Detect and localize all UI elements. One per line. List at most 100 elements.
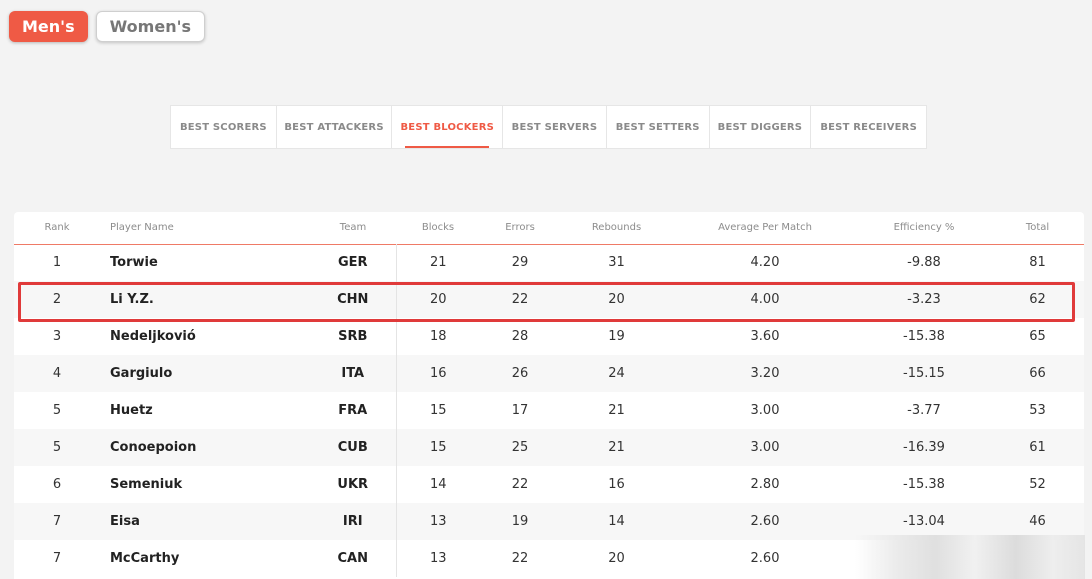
cell-errors: 26	[511, 366, 529, 381]
header-total[interactable]: Total	[991, 212, 1084, 244]
cell-average-per-match: 2.60	[750, 514, 780, 529]
cell-efficiency: -15.38	[903, 477, 945, 492]
cell-average-per-match: 2.60	[750, 551, 780, 566]
cell-player-name: Gargiulo	[110, 366, 173, 381]
table-row[interactable]: 2 Li Y.Z. CHN 20 22 20 4.00 -3.23 62	[14, 281, 1084, 318]
cell-errors: 17	[511, 403, 529, 418]
table-row[interactable]: 3 Nedeljkovió SRB 18 28 19 3.60 -15.38 65	[14, 318, 1084, 355]
cell-total: 81	[1029, 255, 1046, 271]
cell-total: 66	[1029, 366, 1046, 381]
cell-rank: 4	[52, 366, 62, 381]
cell-rank: 6	[52, 477, 62, 492]
cell-efficiency: -15.15	[903, 366, 945, 381]
cell-team: CUB	[337, 440, 368, 455]
blurred-overlay	[855, 535, 1085, 579]
header-errors[interactable]: Errors	[480, 212, 560, 244]
cell-total: 62	[1029, 292, 1046, 307]
tab-best-blockers[interactable]: BEST BLOCKERS	[392, 106, 504, 148]
cell-player-name: Nedeljkovió	[110, 329, 196, 344]
cell-player-name: Torwie	[110, 255, 158, 271]
cell-rank: 7	[52, 551, 62, 566]
cell-efficiency: -3.77	[907, 403, 941, 418]
cell-errors: 29	[511, 255, 529, 271]
cell-rebounds: 14	[608, 514, 625, 529]
cell-team: GER	[337, 255, 368, 271]
header-rank[interactable]: Rank	[14, 212, 100, 244]
cell-player-name: Huetz	[110, 403, 153, 418]
cell-team: IRI	[342, 514, 363, 529]
header-average-per-match[interactable]: Average Per Match	[673, 212, 857, 244]
cell-average-per-match: 2.80	[750, 477, 780, 492]
cell-blocks: 21	[395, 244, 480, 281]
cell-blocks: 15	[395, 429, 480, 466]
table-row[interactable]: 4 Gargiulo ITA 16 26 24 3.20 -15.15 66	[14, 355, 1084, 392]
mens-button[interactable]: Men's	[9, 11, 88, 42]
cell-rank: 2	[52, 292, 62, 307]
table-row[interactable]: 6 Semeniuk UKR 14 22 16 2.80 -15.38 52	[14, 466, 1084, 503]
cell-rank: 5	[52, 440, 62, 455]
cell-rebounds: 21	[608, 440, 625, 455]
cell-rebounds: 19	[608, 329, 625, 344]
cell-team: ITA	[341, 366, 365, 381]
table-row[interactable]: 5 Conoepoion CUB 15 25 21 3.00 -16.39 61	[14, 429, 1084, 466]
cell-rebounds: 20	[608, 551, 625, 566]
header-blocks[interactable]: Blocks	[396, 212, 480, 244]
cell-team: UKR	[337, 477, 369, 492]
tab-best-scorers[interactable]: BEST SCORERS	[171, 106, 277, 148]
cell-blocks: 20	[395, 281, 480, 318]
table-row[interactable]: 5 Huetz FRA 15 17 21 3.00 -3.77 53	[14, 392, 1084, 429]
tab-best-diggers[interactable]: BEST DIGGERS	[710, 106, 812, 148]
cell-efficiency: -3.23	[907, 292, 941, 307]
header-efficiency[interactable]: Efficiency %	[857, 212, 991, 244]
cell-player-name: Conoepoion	[110, 440, 197, 455]
table-header-row: Rank Player Name Team Blocks Errors Rebo…	[14, 212, 1084, 244]
tab-best-receivers[interactable]: BEST RECEIVERS	[811, 106, 926, 148]
cell-rebounds: 16	[608, 477, 625, 492]
table-row[interactable]: 1 Torwie GER 21 29 31 4.20 -9.88 81	[14, 244, 1084, 281]
cell-rebounds: 24	[608, 366, 625, 381]
category-tabs: BEST SCORERS BEST ATTACKERS BEST BLOCKER…	[170, 105, 927, 149]
cell-player-name: McCarthy	[110, 551, 180, 566]
header-rebounds[interactable]: Rebounds	[560, 212, 673, 244]
cell-blocks: 13	[395, 503, 480, 540]
cell-average-per-match: 3.00	[750, 440, 780, 455]
cell-rebounds: 31	[608, 255, 625, 271]
gender-toggle: Men's Women's	[9, 11, 205, 42]
cell-rank: 7	[52, 514, 62, 529]
cell-total: 61	[1029, 440, 1046, 455]
cell-total: 65	[1029, 329, 1046, 344]
cell-blocks: 15	[395, 392, 480, 429]
cell-efficiency: -15.38	[903, 329, 945, 344]
cell-blocks: 13	[395, 540, 480, 577]
header-player-name[interactable]: Player Name	[100, 212, 310, 244]
cell-total: 53	[1029, 403, 1046, 418]
cell-team: CHN	[337, 292, 369, 307]
cell-average-per-match: 4.00	[750, 292, 780, 307]
cell-player-name: Semeniuk	[110, 477, 183, 492]
tab-best-setters[interactable]: BEST SETTERS	[607, 106, 710, 148]
cell-average-per-match: 3.20	[750, 366, 780, 381]
cell-errors: 19	[511, 514, 529, 529]
cell-blocks: 16	[395, 355, 480, 392]
blockers-table: Rank Player Name Team Blocks Errors Rebo…	[14, 212, 1084, 579]
cell-player-name: Li Y.Z.	[110, 292, 154, 307]
cell-efficiency: -9.88	[907, 255, 941, 271]
womens-button[interactable]: Women's	[95, 11, 205, 42]
cell-rebounds: 20	[608, 292, 625, 307]
cell-errors: 22	[511, 292, 529, 307]
cell-rebounds: 21	[608, 403, 625, 418]
cell-errors: 25	[511, 440, 529, 455]
cell-average-per-match: 3.00	[750, 403, 780, 418]
cell-team: CAN	[337, 551, 368, 566]
cell-blocks: 14	[395, 466, 480, 503]
cell-efficiency: -16.39	[903, 440, 945, 455]
header-team[interactable]: Team	[310, 212, 396, 244]
cell-rank: 1	[52, 255, 62, 271]
cell-total: 52	[1029, 477, 1046, 492]
cell-errors: 22	[511, 551, 529, 566]
tab-best-servers[interactable]: BEST SERVERS	[503, 106, 607, 148]
cell-errors: 22	[511, 477, 529, 492]
tab-best-attackers[interactable]: BEST ATTACKERS	[277, 106, 393, 148]
cell-rank: 5	[52, 403, 62, 418]
cell-team: SRB	[338, 329, 368, 344]
